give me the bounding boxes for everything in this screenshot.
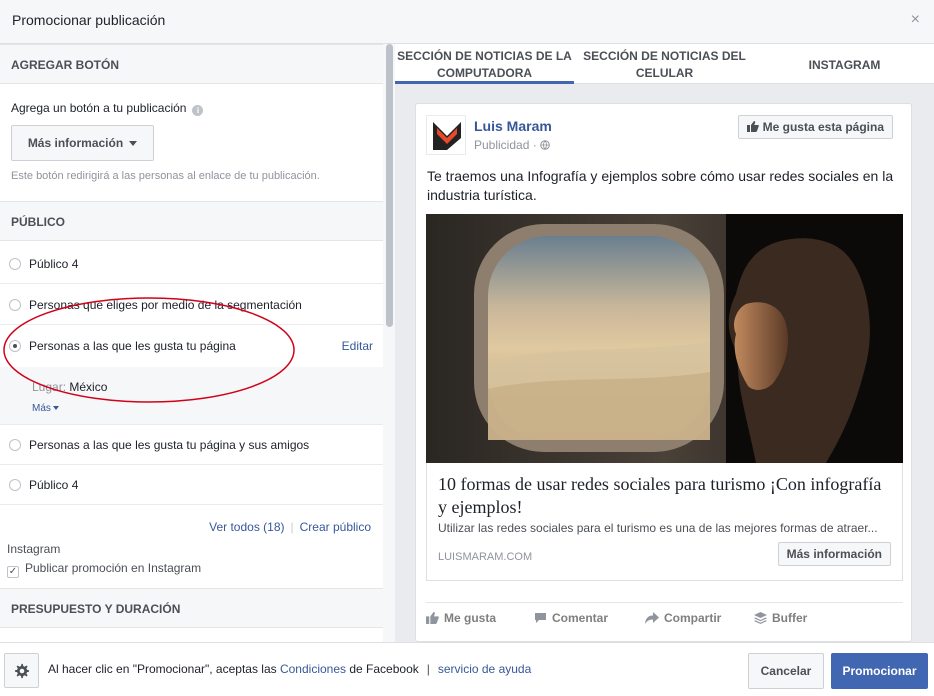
radio-button[interactable]: [9, 258, 21, 270]
add-button-section-header: AGREGAR BOTÓN: [0, 44, 383, 84]
help-link[interactable]: servicio de ayuda: [438, 662, 531, 676]
audience-option-label: Público 4: [29, 478, 79, 492]
button-type-dropdown[interactable]: Más información: [11, 125, 154, 161]
radio-button[interactable]: [9, 439, 21, 451]
thumbs-up-icon: [426, 612, 439, 624]
thumbs-up-icon: [746, 121, 759, 132]
audience-section-title: PÚBLICO: [11, 215, 65, 229]
tab-mobile-feed[interactable]: SECCIÓN DE NOTICIAS DEL CELULAR: [574, 44, 755, 84]
instagram-checkbox-label: Publicar promoción en Instagram: [25, 561, 202, 575]
share-icon: [645, 612, 659, 624]
location-value: México: [69, 380, 108, 394]
add-button-label-text: Agrega un botón a tu publicación: [11, 101, 187, 115]
close-icon[interactable]: ×: [911, 12, 920, 28]
edit-audience-link[interactable]: Editar: [342, 339, 373, 353]
post-actions: Me gusta Comentar Compartir Buffer: [426, 602, 903, 632]
link-preview[interactable]: 10 formas de usar redes sociales para tu…: [426, 463, 903, 581]
view-all-audiences-link[interactable]: Ver todos (18): [209, 520, 284, 534]
audience-option[interactable]: Público 4: [0, 465, 383, 505]
settings-panel: AGREGAR BOTÓN Agrega un botón a tu publi…: [0, 44, 395, 642]
budget-section-header[interactable]: PRESUPUESTO Y DURACIÓN: [0, 588, 383, 628]
settings-content: AGREGAR BOTÓN Agrega un botón a tu publi…: [0, 44, 383, 642]
buffer-action[interactable]: Buffer: [754, 611, 807, 625]
more-link-label: Más: [32, 403, 51, 414]
instagram-checkbox[interactable]: ✓: [7, 566, 19, 578]
audience-option-label: Personas a las que les gusta tu página y…: [29, 438, 310, 452]
button-hint: Este botón redirigirá a las personas al …: [11, 170, 320, 182]
gear-icon: [15, 663, 29, 679]
page-name-link[interactable]: Luis Maram: [474, 118, 552, 134]
location-key: Lugar:: [32, 380, 67, 394]
buffer-icon: [754, 612, 767, 624]
comment-action-label: Comentar: [552, 611, 609, 625]
add-button-label: Agrega un botón a tu publicación i: [11, 101, 204, 116]
post-meta: Publicidad ·: [474, 138, 550, 152]
preview-panel: SECCIÓN DE NOTICIAS DE LA COMPUTADORA SE…: [395, 44, 934, 642]
buffer-action-label: Buffer: [772, 611, 808, 625]
chevron-down-icon: [52, 406, 59, 410]
divider: |: [426, 662, 430, 676]
chevron-down-icon: [129, 141, 138, 146]
terms-middle: de Facebook: [349, 662, 419, 676]
like-action-label: Me gusta: [444, 611, 497, 625]
post-text: Te traemos una Infografía y ejemplos sob…: [427, 168, 894, 203]
info-icon[interactable]: i: [192, 105, 204, 116]
instagram-checkbox-row[interactable]: ✓ Publicar promoción en Instagram: [7, 561, 201, 578]
comment-action[interactable]: Comentar: [534, 611, 608, 625]
link-description: Utilizar las redes sociales para el turi…: [438, 521, 878, 535]
link-domain: LUISMARAM.COM: [438, 551, 533, 563]
page-logo-icon: [433, 122, 461, 150]
preview-tabs: SECCIÓN DE NOTICIAS DE LA COMPUTADORA SE…: [395, 44, 934, 84]
share-action[interactable]: Compartir: [645, 611, 721, 625]
terms-link[interactable]: Condiciones: [280, 662, 346, 676]
audience-option[interactable]: Personas a las que les gusta tu página y…: [0, 425, 383, 465]
airplane-window-photo: [426, 214, 903, 463]
terms-text: Al hacer clic en "Promocionar", aceptas …: [48, 662, 531, 676]
audience-option[interactable]: Público 4: [0, 244, 383, 284]
post-image[interactable]: [426, 214, 903, 463]
add-button-section-title: AGREGAR BOTÓN: [11, 58, 119, 72]
globe-icon: [540, 140, 550, 150]
divider: |: [290, 520, 294, 534]
audience-links: Ver todos (18) | Crear público: [209, 520, 371, 534]
radio-button[interactable]: [9, 299, 21, 311]
learn-more-button[interactable]: Más información: [777, 542, 891, 566]
promote-button[interactable]: Promocionar: [831, 653, 928, 689]
audience-option-label: Personas que eliges por medio de la segm…: [29, 298, 302, 312]
comment-icon: [535, 613, 546, 623]
settings-button[interactable]: [4, 653, 39, 688]
audience-option[interactable]: Personas que eliges por medio de la segm…: [0, 285, 383, 325]
audience-option-label: Personas a las que les gusta tu página: [29, 339, 236, 353]
dialog-title: Promocionar publicación: [12, 12, 166, 28]
scrollbar[interactable]: [386, 44, 393, 327]
meta-separator: ·: [532, 138, 537, 152]
location-line: Lugar: México: [32, 380, 107, 394]
post-preview: Luis Maram Publicidad · Me gusta esta pá…: [415, 103, 912, 642]
dialog-footer: Al hacer clic en "Promocionar", aceptas …: [0, 642, 934, 696]
tab-desktop-feed[interactable]: SECCIÓN DE NOTICIAS DE LA COMPUTADORA: [395, 44, 574, 84]
terms-prefix: Al hacer clic en "Promocionar", aceptas …: [48, 662, 277, 676]
link-title[interactable]: 10 formas de usar redes sociales para tu…: [438, 473, 888, 519]
more-link[interactable]: Más: [32, 403, 59, 414]
instagram-title: Instagram: [7, 542, 61, 556]
avatar[interactable]: [426, 115, 466, 155]
audience-option-label: Público 4: [29, 257, 79, 271]
like-page-label: Me gusta esta página: [762, 120, 884, 134]
create-audience-link[interactable]: Crear público: [300, 520, 371, 534]
like-page-button[interactable]: Me gusta esta página: [737, 115, 893, 139]
like-action[interactable]: Me gusta: [426, 611, 496, 625]
share-action-label: Compartir: [664, 611, 722, 625]
radio-button[interactable]: [9, 479, 21, 491]
budget-section-title: PRESUPUESTO Y DURACIÓN: [11, 602, 181, 616]
button-type-value: Más información: [27, 136, 124, 150]
sponsored-label: Publicidad: [474, 138, 530, 152]
cancel-button[interactable]: Cancelar: [748, 653, 824, 689]
tab-instagram[interactable]: INSTAGRAM: [755, 44, 934, 84]
audience-section-header: PÚBLICO: [0, 201, 383, 241]
dialog-header: Promocionar publicación ×: [0, 0, 934, 44]
audience-detail: Lugar: México Más: [0, 367, 383, 425]
radio-button-selected[interactable]: [9, 340, 21, 352]
audience-option-selected[interactable]: Personas a las que les gusta tu página E…: [0, 326, 383, 366]
